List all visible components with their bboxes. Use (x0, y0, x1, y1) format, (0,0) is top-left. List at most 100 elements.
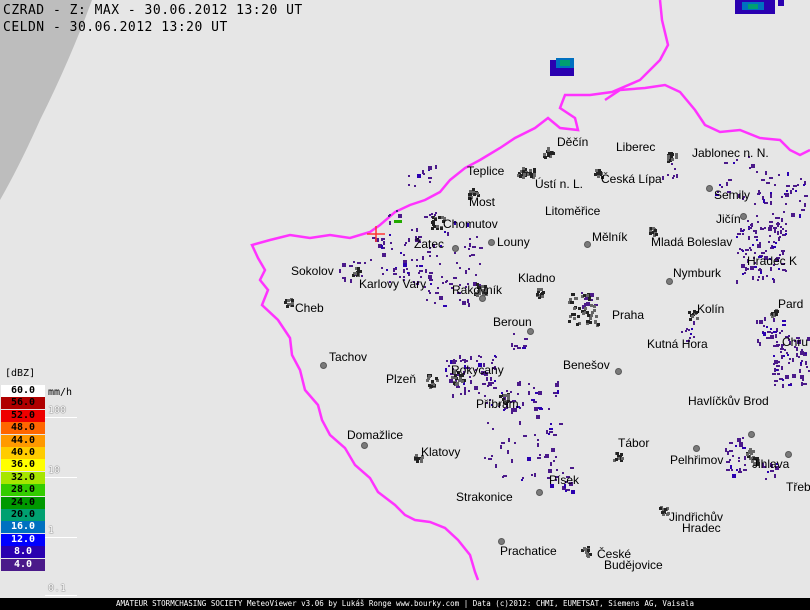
precip-pixel (434, 214, 436, 216)
precip-pixel (774, 475, 776, 477)
precip-pixel (517, 393, 519, 395)
precip-pixel (545, 454, 549, 458)
precip-pixel (765, 478, 767, 480)
precip-pixel (471, 254, 475, 256)
precip-pixel (582, 305, 584, 309)
city-label: Mělník (592, 230, 628, 244)
precip-pixel (537, 439, 539, 441)
precip-pixel (773, 318, 775, 322)
precip-pixel (522, 402, 524, 406)
precip-pixel (783, 211, 785, 213)
precip-pixel (511, 459, 513, 463)
precip-pixel (521, 479, 523, 481)
city-area-pixel (569, 298, 572, 301)
precip-pixel (773, 279, 775, 283)
precip-pixel (752, 276, 754, 278)
precip-pixel (456, 262, 458, 264)
city-label: Tábor (618, 436, 650, 450)
city-area-pixel (593, 305, 596, 308)
precip-pixel (748, 227, 752, 229)
city-label: Benešov (563, 358, 610, 372)
precip-pixel (507, 450, 509, 454)
city-area-pixel (584, 307, 587, 310)
precip-pixel (586, 302, 590, 306)
precip-pixel (419, 265, 423, 267)
precip-pixel (725, 448, 727, 452)
city-area-pixel (654, 229, 657, 232)
precip-pixel (761, 179, 763, 181)
precip-pixel (801, 209, 805, 211)
city-label: Pelhřimov (670, 453, 724, 467)
precip-pixel (777, 225, 779, 227)
precip-pixel (785, 270, 787, 272)
precip-pixel (773, 355, 775, 357)
precip-pixel (469, 243, 471, 247)
precip-pixel (741, 264, 745, 268)
precip-pixel (798, 356, 800, 358)
precip-pixel (757, 221, 759, 223)
city-dot (748, 431, 755, 438)
legend-rate-label: 0.1 (48, 583, 67, 594)
precip-pixel (674, 168, 676, 170)
precip-pixel (571, 490, 575, 494)
precip-pixel (773, 241, 775, 243)
precip-pixel (502, 476, 504, 478)
precip-pixel (449, 379, 453, 383)
city-dot (488, 239, 495, 246)
storm-cell-n (550, 58, 574, 76)
precip-pixel (441, 276, 443, 278)
precip-pixel (782, 320, 786, 322)
city-label: Most (469, 195, 496, 209)
precip-pixel (393, 268, 395, 272)
city-area-pixel (693, 310, 696, 313)
precip-pixel (435, 212, 437, 214)
precip-pixel (778, 361, 780, 363)
city-area-pixel (541, 295, 544, 298)
precip-pixel (454, 252, 456, 254)
city-label: Budějovice (604, 558, 663, 572)
precip-pixel (405, 242, 407, 244)
precip-pixel (757, 244, 761, 248)
legend-unit-rate: mm/h (48, 387, 73, 398)
precip-pixel (528, 391, 530, 395)
precip-pixel (747, 268, 749, 270)
precip-pixel (536, 415, 540, 419)
precip-pixel (468, 268, 470, 270)
city-label: Nymburk (673, 266, 722, 280)
precip-pixel (550, 462, 552, 466)
city-label: Havlíčkův Brod (688, 394, 769, 408)
precip-pixel (408, 175, 410, 177)
precip-pixel (514, 345, 516, 347)
precip-pixel (486, 377, 488, 381)
legend-swatch: 20.0 (1, 509, 45, 521)
precip-pixel (751, 223, 753, 225)
city-area-pixel (550, 151, 553, 154)
precip-pixel (517, 347, 521, 349)
precip-pixel (453, 277, 457, 279)
precip-pixel (671, 163, 673, 165)
city-area-pixel (691, 315, 694, 318)
precip-pixel (769, 177, 773, 179)
precip-pixel (781, 250, 785, 252)
precip-pixel (673, 175, 675, 177)
precip-pixel (381, 238, 385, 240)
city-area-pixel (533, 168, 536, 171)
city-area-pixel (434, 218, 437, 221)
city-area-pixel (583, 547, 586, 550)
city-area-pixel (590, 304, 593, 307)
precip-pixel (756, 239, 758, 241)
small-echo-green (394, 220, 402, 223)
city-area-pixel (287, 299, 290, 302)
precip-pixel (766, 275, 768, 277)
city-area-pixel (547, 154, 550, 157)
city-dot (536, 489, 543, 496)
precip-pixel (800, 362, 802, 364)
precip-pixel (426, 299, 428, 301)
precip-pixel (799, 214, 801, 218)
city-area-pixel (667, 155, 670, 158)
precip-pixel (752, 244, 754, 246)
precip-pixel (396, 210, 398, 212)
legend-rate-tick (45, 477, 77, 478)
precip-pixel (386, 269, 388, 271)
precip-pixel (783, 355, 785, 357)
